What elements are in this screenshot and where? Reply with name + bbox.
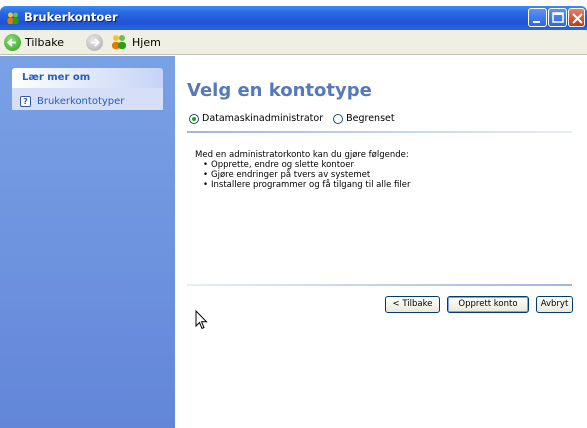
back-label: Tilbake: [25, 36, 64, 49]
account-type-options: Datamaskinadministrator Begrenset: [189, 113, 405, 124]
close-icon: [572, 13, 583, 24]
sidebar-item-brukerkontotyper[interactable]: ? Brukerkontotyper: [12, 88, 163, 110]
radio-limited-label[interactable]: Begrenset: [346, 113, 394, 124]
radio-limited[interactable]: [333, 113, 344, 124]
toolbar: Tilbake Hjem: [0, 30, 587, 55]
list-item: Gjøre endringer på tvers av systemet: [203, 170, 410, 180]
cancel-button[interactable]: Avbryt: [536, 296, 573, 313]
page-title: Velg en kontotype: [187, 80, 372, 101]
privilege-list: Opprette, endre og slette kontoer Gjøre …: [203, 160, 410, 190]
sidebar: Lær mer om ? Brukerkontotyper: [0, 56, 175, 428]
back-arrow-icon: [4, 34, 21, 51]
minimize-icon: [533, 21, 540, 23]
close-button[interactable]: [568, 8, 585, 27]
forward-arrow-icon: [86, 34, 103, 51]
maximize-button[interactable]: [548, 8, 567, 27]
title-bar[interactable]: Brukerkontoer: [0, 6, 587, 30]
mouse-cursor-icon: [195, 310, 208, 330]
create-account-button[interactable]: Opprett konto: [447, 296, 529, 313]
divider: [187, 131, 572, 133]
minimize-button[interactable]: [528, 8, 547, 27]
list-item: Opprette, endre og slette kontoer: [203, 160, 410, 170]
back-step-button[interactable]: < Tilbake: [385, 296, 440, 313]
help-icon: ?: [20, 95, 31, 107]
sidebar-item-label[interactable]: Brukerkontotyper: [37, 96, 124, 107]
main-pane: Velg en kontotype Datamaskinadministrato…: [175, 56, 587, 428]
users-icon: [112, 35, 126, 49]
description: Med en administratorkonto kan du gjøre f…: [195, 150, 410, 190]
radio-administrator-label[interactable]: Datamaskinadministrator: [202, 113, 323, 124]
radio-administrator[interactable]: [189, 113, 199, 124]
window-title: Brukerkontoer: [24, 10, 118, 24]
learn-more-panel: Lær mer om ? Brukerkontotyper: [12, 68, 163, 110]
back-button[interactable]: Tilbake: [4, 34, 64, 51]
learn-more-heading: Lær mer om: [12, 68, 163, 88]
divider: [187, 284, 572, 286]
users-icon: [7, 12, 19, 24]
forward-button[interactable]: [86, 34, 103, 51]
home-button[interactable]: Hjem: [110, 34, 161, 50]
home-label: Hjem: [132, 35, 161, 49]
description-text: Med en administratorkonto kan du gjøre f…: [195, 150, 409, 160]
maximize-icon: [552, 12, 564, 23]
list-item: Installere programmer og få tilgang til …: [203, 180, 410, 190]
